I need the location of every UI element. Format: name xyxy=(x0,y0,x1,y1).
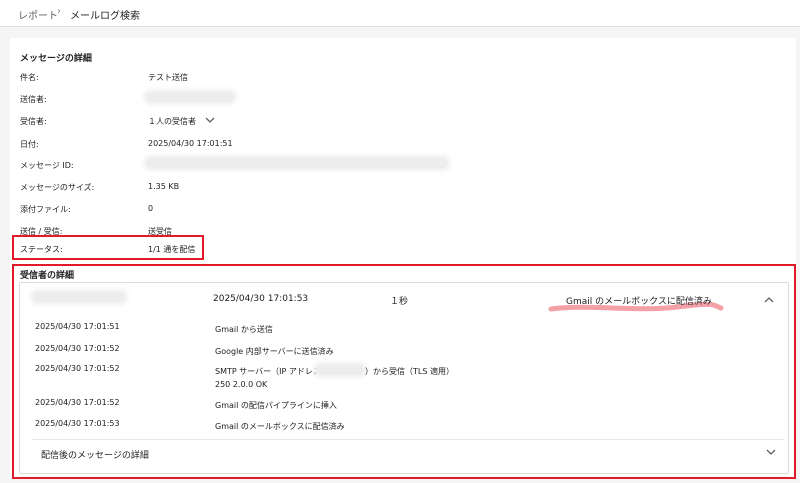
sender-value-redacted xyxy=(146,92,234,102)
chevron-down-icon[interactable] xyxy=(205,116,215,124)
subject-value: テスト送信 xyxy=(148,73,188,82)
subject-label: 件名: xyxy=(20,73,39,82)
message-size-value: 1.35 KB xyxy=(148,182,180,191)
breadcrumb-current: メールログ検索 xyxy=(70,11,140,22)
recipient-details-highlight-box xyxy=(12,264,796,479)
recipient-label: 受信者: xyxy=(20,117,47,126)
top-bar: レポート › メールログ検索 xyxy=(0,0,800,27)
date-value: 2025/04/30 17:01:51 xyxy=(148,139,233,148)
chevron-right-icon: › xyxy=(57,6,61,17)
date-label: 日付: xyxy=(20,140,39,149)
message-id-label: メッセージ ID: xyxy=(20,161,74,170)
attachments-label: 添付ファイル: xyxy=(20,205,71,214)
status-highlight-box xyxy=(12,235,204,260)
attachments-value: 0 xyxy=(148,204,154,213)
message-id-value-redacted xyxy=(146,158,448,168)
sender-label: 送信者: xyxy=(20,95,47,104)
breadcrumb-parent-link[interactable]: レポート xyxy=(18,7,58,22)
message-details-title: メッセージの詳細 xyxy=(20,54,92,64)
recipient-count-value[interactable]: １人の受信者 xyxy=(148,116,196,127)
message-size-label: メッセージのサイズ: xyxy=(20,183,95,192)
